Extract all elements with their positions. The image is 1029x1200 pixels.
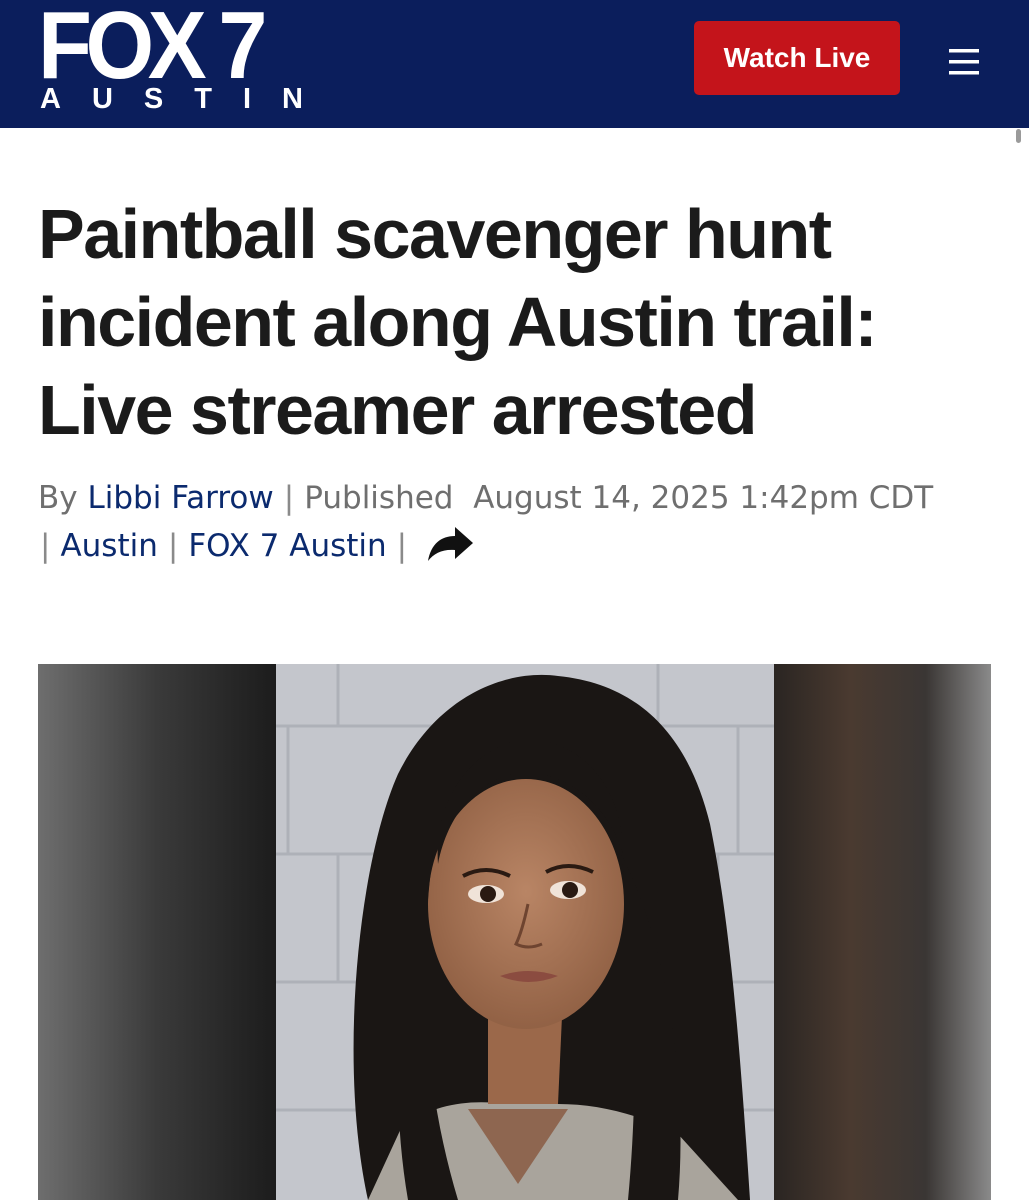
byline-separator: | xyxy=(283,480,295,516)
article-headline: Paintball scavenger hunt incident along … xyxy=(38,195,878,449)
hero-image[interactable] xyxy=(38,664,991,1200)
logo-main-text: FOX 7 xyxy=(38,0,267,99)
author-link[interactable]: Libbi Farrow xyxy=(87,480,273,516)
scrollbar-thumb[interactable] xyxy=(1016,129,1021,143)
location-tag-link[interactable]: Austin xyxy=(60,528,157,564)
hamburger-menu-icon xyxy=(949,49,979,75)
hamburger-menu-button[interactable] xyxy=(940,40,988,84)
fox7-austin-logo[interactable]: FOX 7 AUSTIN xyxy=(38,0,328,120)
byline-by-label: By xyxy=(38,480,78,516)
published-label: Published xyxy=(304,480,454,516)
source-tag-link[interactable]: FOX 7 Austin xyxy=(188,528,386,564)
byline-separator: | xyxy=(396,528,408,564)
mugshot-photo xyxy=(38,664,991,1200)
article-byline: By Libbi Farrow | Published August 14, 202… xyxy=(38,474,998,578)
page-scrollbar[interactable] xyxy=(1015,129,1029,1200)
byline-separator: | xyxy=(167,528,179,564)
logo-sub-text: AUSTIN xyxy=(40,83,334,115)
site-header: FOX 7 AUSTIN Watch Live xyxy=(0,0,1029,128)
published-date: August 14, 2025 1:42pm CDT xyxy=(473,480,934,516)
watch-live-button[interactable]: Watch Live xyxy=(694,21,900,95)
share-arrow-icon[interactable] xyxy=(425,524,475,578)
byline-separator: | xyxy=(40,528,51,564)
